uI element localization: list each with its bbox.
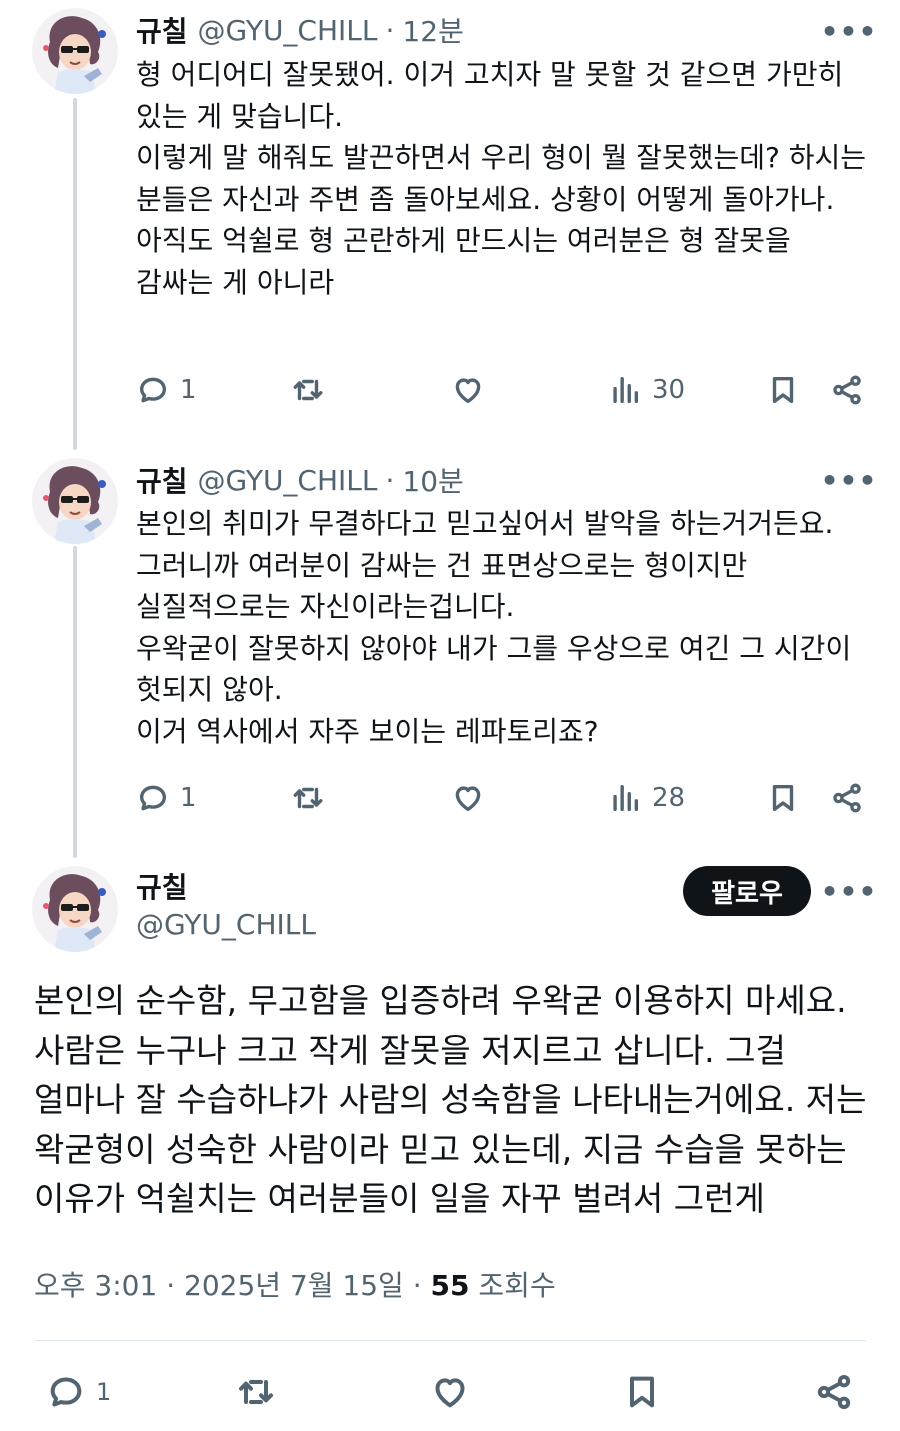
tweet-actions: 1 28 [136, 778, 866, 818]
share-button[interactable] [814, 1366, 854, 1418]
share-icon [817, 1375, 851, 1409]
tweet-paragraph: 이렇게 말 해줘도 발끈하면서 우리 형이 뭘 잘못했는데? 하시는 분들은 자… [136, 141, 867, 216]
author-handle[interactable]: @GYU_CHILL [136, 908, 316, 941]
separator-dot: · [385, 13, 395, 47]
views-button[interactable]: 28 [608, 778, 685, 818]
author-name[interactable]: 규칠 [136, 10, 188, 50]
avatar[interactable] [32, 866, 118, 952]
thread-line [73, 546, 77, 858]
author-name[interactable]: 규칠 [136, 866, 188, 906]
tweet-text: 형 어디어디 잘못됐어. 이거 고치자 말 못할 것 같으면 가만히 있는 게 … [136, 54, 876, 304]
separator-dot: · [385, 463, 395, 497]
reply-icon [50, 1377, 82, 1407]
tweet-header: 규칠 @GYU_CHILL · 10분 [136, 460, 464, 500]
views-count: 30 [652, 375, 686, 405]
bookmark-icon [772, 784, 794, 812]
divider [34, 1340, 866, 1341]
tweet-paragraph: 아직도 억쉴로 형 곤란하게 만드시는 여러분은 형 잘못을 감싸는 게 아니라 [136, 224, 791, 299]
bookmark-button[interactable] [766, 370, 800, 410]
reply-button[interactable]: 1 [46, 1366, 111, 1418]
bookmark-icon [772, 376, 794, 404]
author-handle[interactable]: @GYU_CHILL [198, 464, 378, 497]
views-count: 55 [430, 1269, 470, 1302]
reply-button[interactable]: 1 [136, 778, 197, 818]
reply-icon [139, 377, 167, 403]
bookmark-icon [630, 1376, 654, 1408]
tweet-paragraph: 형 어디어디 잘못됐어. 이거 고치자 말 못할 것 같으면 가만히 있는 게 … [136, 58, 844, 133]
avatar[interactable] [32, 458, 118, 544]
tweet-date[interactable]: 2025년 7월 15일 [184, 1269, 404, 1302]
author-handle[interactable]: @GYU_CHILL [198, 14, 378, 47]
views-icon [613, 376, 639, 404]
share-icon [833, 783, 861, 813]
retweet-icon [293, 787, 323, 809]
reply-icon [139, 785, 167, 811]
bookmark-button[interactable] [622, 1366, 662, 1418]
more-icon[interactable]: ••• [821, 463, 877, 497]
views-label: 조회수 [478, 1269, 556, 1302]
like-button[interactable] [451, 778, 485, 818]
tweet-header: 규칠 @GYU_CHILL · 12분 [136, 10, 464, 50]
more-icon[interactable]: ••• [821, 874, 877, 908]
retweet-icon [239, 1380, 273, 1404]
avatar[interactable] [32, 8, 118, 94]
tweet-paragraph: 그러니까 여러분이 감싸는 건 표면상으로는 형이지만 실질적으로는 자신이라는… [136, 548, 748, 624]
tweet-paragraph: 이거 역사에서 자주 보이는 레파토리죠? [136, 714, 599, 748]
main-tweet-text: 본인의 순수함, 무고함을 입증하려 우왁굳 이용하지 마세요. 사람은 누구나… [34, 981, 867, 1218]
views-icon [613, 784, 639, 812]
like-icon [455, 786, 481, 812]
retweet-button[interactable] [291, 370, 325, 410]
like-button[interactable] [430, 1366, 470, 1418]
reply-button[interactable]: 1 [136, 370, 197, 410]
tweet-actions: 1 [34, 1366, 866, 1418]
share-button[interactable] [830, 370, 864, 410]
tweet-paragraph: 우왁굳이 잘못하지 않아야 내가 그를 우상으로 여긴 그 시간이 헛되지 않아… [136, 631, 852, 707]
author-name[interactable]: 규칠 [136, 460, 188, 500]
reply-count: 1 [180, 783, 197, 813]
tweet-text: 본인의 취미가 무결하다고 믿고싶어서 발악을 하는거거든요. 그러니까 여러분… [136, 503, 876, 753]
views-count: 28 [652, 783, 686, 813]
views-button[interactable]: 30 [608, 370, 685, 410]
retweet-icon [293, 379, 323, 401]
thread-line [73, 98, 77, 450]
share-button[interactable] [830, 778, 864, 818]
tweet-actions: 1 30 [136, 370, 866, 410]
like-icon [455, 378, 481, 404]
retweet-button[interactable] [291, 778, 325, 818]
reply-count: 1 [96, 1378, 112, 1406]
more-icon[interactable]: ••• [821, 14, 877, 48]
bookmark-button[interactable] [766, 778, 800, 818]
retweet-button[interactable] [236, 1366, 276, 1418]
share-icon [833, 375, 861, 405]
tweet-time[interactable]: 오후 3:01 [34, 1269, 157, 1302]
separator-dot: · [412, 1269, 422, 1302]
follow-button[interactable]: 팔로우 [683, 866, 811, 916]
tweet-timestamp: 오후 3:01 · 2025년 7월 15일 · 55 조회수 [34, 1264, 556, 1304]
tweet-paragraph: 본인의 취미가 무결하다고 믿고싶어서 발악을 하는거거든요. [136, 507, 834, 540]
tweet-time[interactable]: 10분 [402, 460, 463, 500]
like-icon [435, 1378, 465, 1408]
like-button[interactable] [451, 370, 485, 410]
tweet-time[interactable]: 12분 [402, 10, 463, 50]
reply-count: 1 [180, 375, 197, 405]
separator-dot: · [166, 1269, 176, 1302]
